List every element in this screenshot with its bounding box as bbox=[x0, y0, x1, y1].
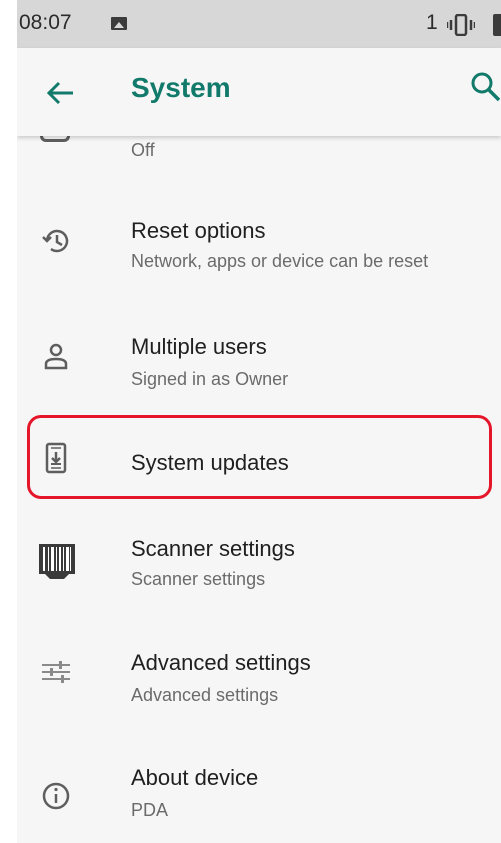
status-time: 08:07 bbox=[19, 11, 72, 34]
status-bar: 08:07 1 bbox=[17, 0, 501, 48]
list-item-title: About device bbox=[131, 765, 259, 790]
sliders-icon bbox=[42, 661, 70, 683]
list-item-subtitle: Advanced settings bbox=[131, 685, 279, 705]
page-title: System bbox=[131, 72, 231, 103]
person-icon bbox=[44, 343, 68, 370]
app-bar: System bbox=[17, 48, 501, 136]
notification-count: 1 bbox=[426, 11, 438, 34]
list-item-title: Scanner settings bbox=[131, 536, 295, 561]
list-item-title: Advanced settings bbox=[131, 650, 311, 675]
barcode-scanner-icon bbox=[39, 544, 75, 579]
list-item-subtitle: PDA bbox=[131, 800, 169, 820]
vibrate-icon bbox=[447, 14, 475, 36]
list-item-title: Reset options bbox=[131, 218, 266, 243]
search-icon[interactable] bbox=[469, 70, 501, 104]
image-notification-icon bbox=[111, 17, 127, 30]
list-item-subtitle: Scanner settings bbox=[131, 569, 266, 589]
battery-icon bbox=[493, 14, 501, 36]
system-settings-screen: 08:07 1 System Off Reset options Network… bbox=[17, 0, 501, 843]
list-item-subtitle: Signed in as Owner bbox=[131, 369, 289, 389]
reset-history-icon bbox=[42, 229, 69, 253]
list-item-subtitle: Network, apps or device can be reset bbox=[131, 251, 429, 271]
list-item-title: Multiple users bbox=[131, 334, 267, 359]
list-item-subtitle: Off bbox=[131, 140, 155, 160]
info-icon bbox=[42, 782, 70, 810]
highlight-annotation bbox=[27, 415, 492, 499]
back-arrow-icon[interactable] bbox=[45, 78, 75, 108]
